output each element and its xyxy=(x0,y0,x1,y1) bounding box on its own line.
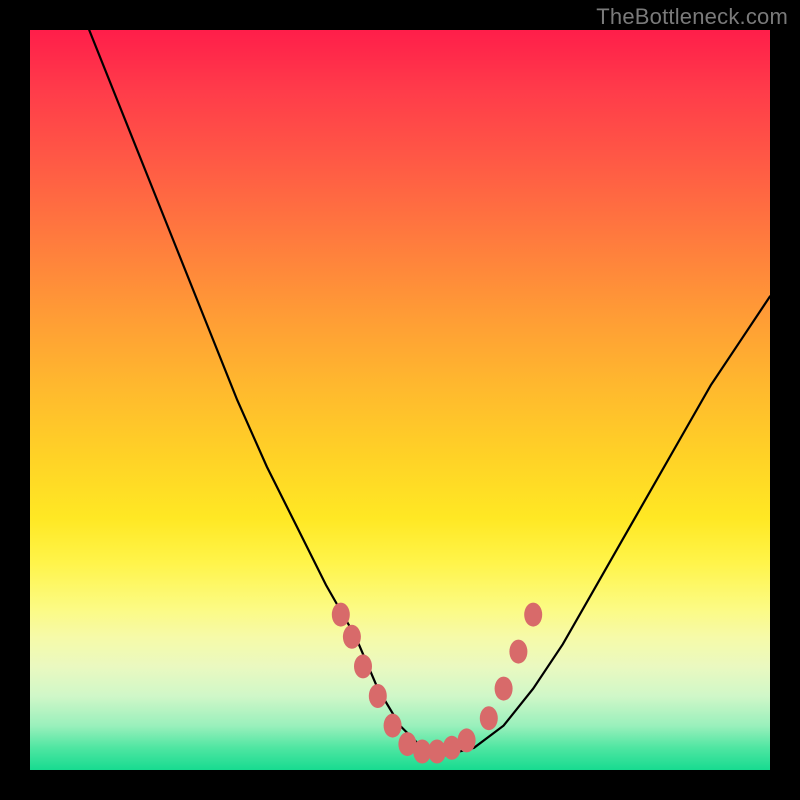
curve-marker xyxy=(384,714,402,738)
curve-marker xyxy=(480,706,498,730)
curve-marker xyxy=(509,640,527,664)
curve-marker xyxy=(354,654,372,678)
curve-marker xyxy=(524,603,542,627)
chart-plot-area xyxy=(30,30,770,770)
curve-marker xyxy=(332,603,350,627)
curve-marker xyxy=(458,728,476,752)
curve-marker xyxy=(343,625,361,649)
watermark-text: TheBottleneck.com xyxy=(596,4,788,30)
curve-marker xyxy=(495,677,513,701)
bottleneck-curve-line xyxy=(89,30,770,755)
curve-marker xyxy=(369,684,387,708)
curve-markers-group xyxy=(332,603,542,764)
bottleneck-curve-svg xyxy=(30,30,770,770)
